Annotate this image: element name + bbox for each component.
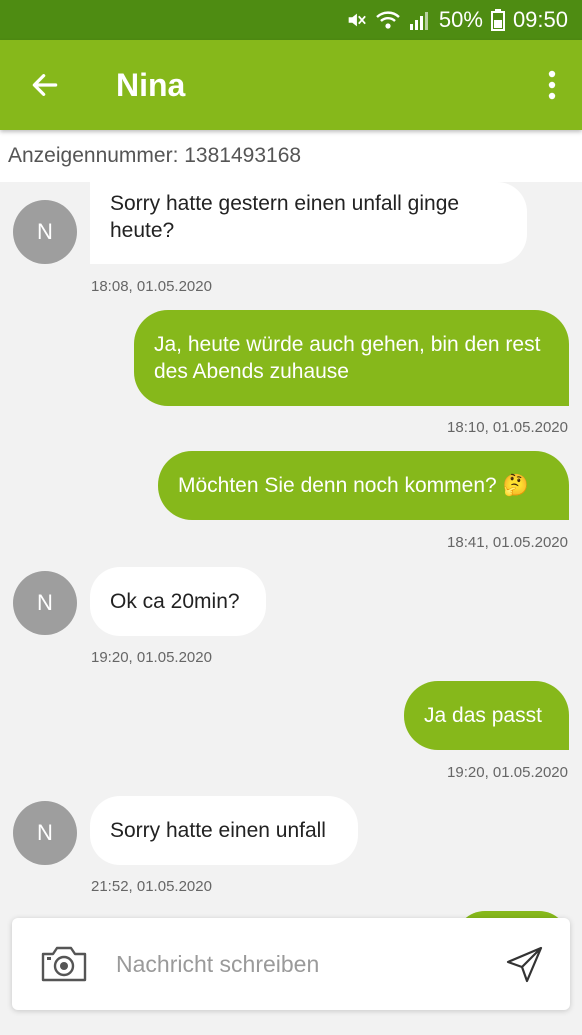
signal-icon [409, 9, 431, 31]
camera-icon [41, 946, 87, 982]
send-button[interactable] [480, 918, 570, 1010]
message-list[interactable]: N Sorry hatte gestern einen unfall ginge… [0, 182, 582, 1035]
arrow-left-icon [32, 74, 58, 96]
incoming-message[interactable]: Ok ca 20min? [90, 567, 266, 636]
status-bar: 50% 09:50 [0, 0, 582, 40]
outgoing-message[interactable]: Ja, heute würde auch gehen, bin den rest… [134, 310, 569, 406]
message-timestamp: 18:10, 01.05.2020 [447, 419, 568, 436]
send-icon [506, 946, 543, 983]
app-bar: Nina [0, 40, 582, 130]
wifi-icon [375, 9, 401, 31]
battery-percent: 50% [438, 7, 483, 32]
message-composer [12, 918, 570, 1010]
more-vert-icon [548, 70, 556, 100]
clock: 09:50 [512, 7, 568, 32]
message-input[interactable] [116, 950, 480, 978]
incoming-message[interactable]: Sorry hatte gestern einen unfall ginge h… [90, 182, 527, 264]
avatar: N [13, 801, 77, 865]
mute-icon [345, 9, 367, 31]
conversation-title: Nina [116, 66, 186, 103]
outgoing-message[interactable]: Möchten Sie denn noch kommen? 🤔 [158, 451, 569, 520]
ad-number: Anzeigennummer: 1381493168 [8, 144, 302, 167]
avatar: N [13, 571, 77, 635]
back-button[interactable] [0, 40, 90, 130]
message-timestamp: 18:08, 01.05.2020 [91, 278, 212, 295]
message-timestamp: 21:52, 01.05.2020 [91, 878, 212, 895]
incoming-message[interactable]: Sorry hatte einen unfall [90, 796, 358, 865]
outgoing-message[interactable]: Ja das passt [404, 681, 569, 750]
battery-icon [490, 9, 505, 31]
avatar: N [13, 200, 77, 264]
overflow-menu-button[interactable] [522, 40, 582, 130]
message-timestamp: 18:41, 01.05.2020 [447, 534, 568, 551]
ad-number-bar: Anzeigennummer: 1381493168 [0, 130, 582, 182]
attach-photo-button[interactable] [12, 918, 116, 1010]
message-timestamp: 19:20, 01.05.2020 [91, 649, 212, 666]
message-timestamp: 19:20, 01.05.2020 [447, 764, 568, 781]
